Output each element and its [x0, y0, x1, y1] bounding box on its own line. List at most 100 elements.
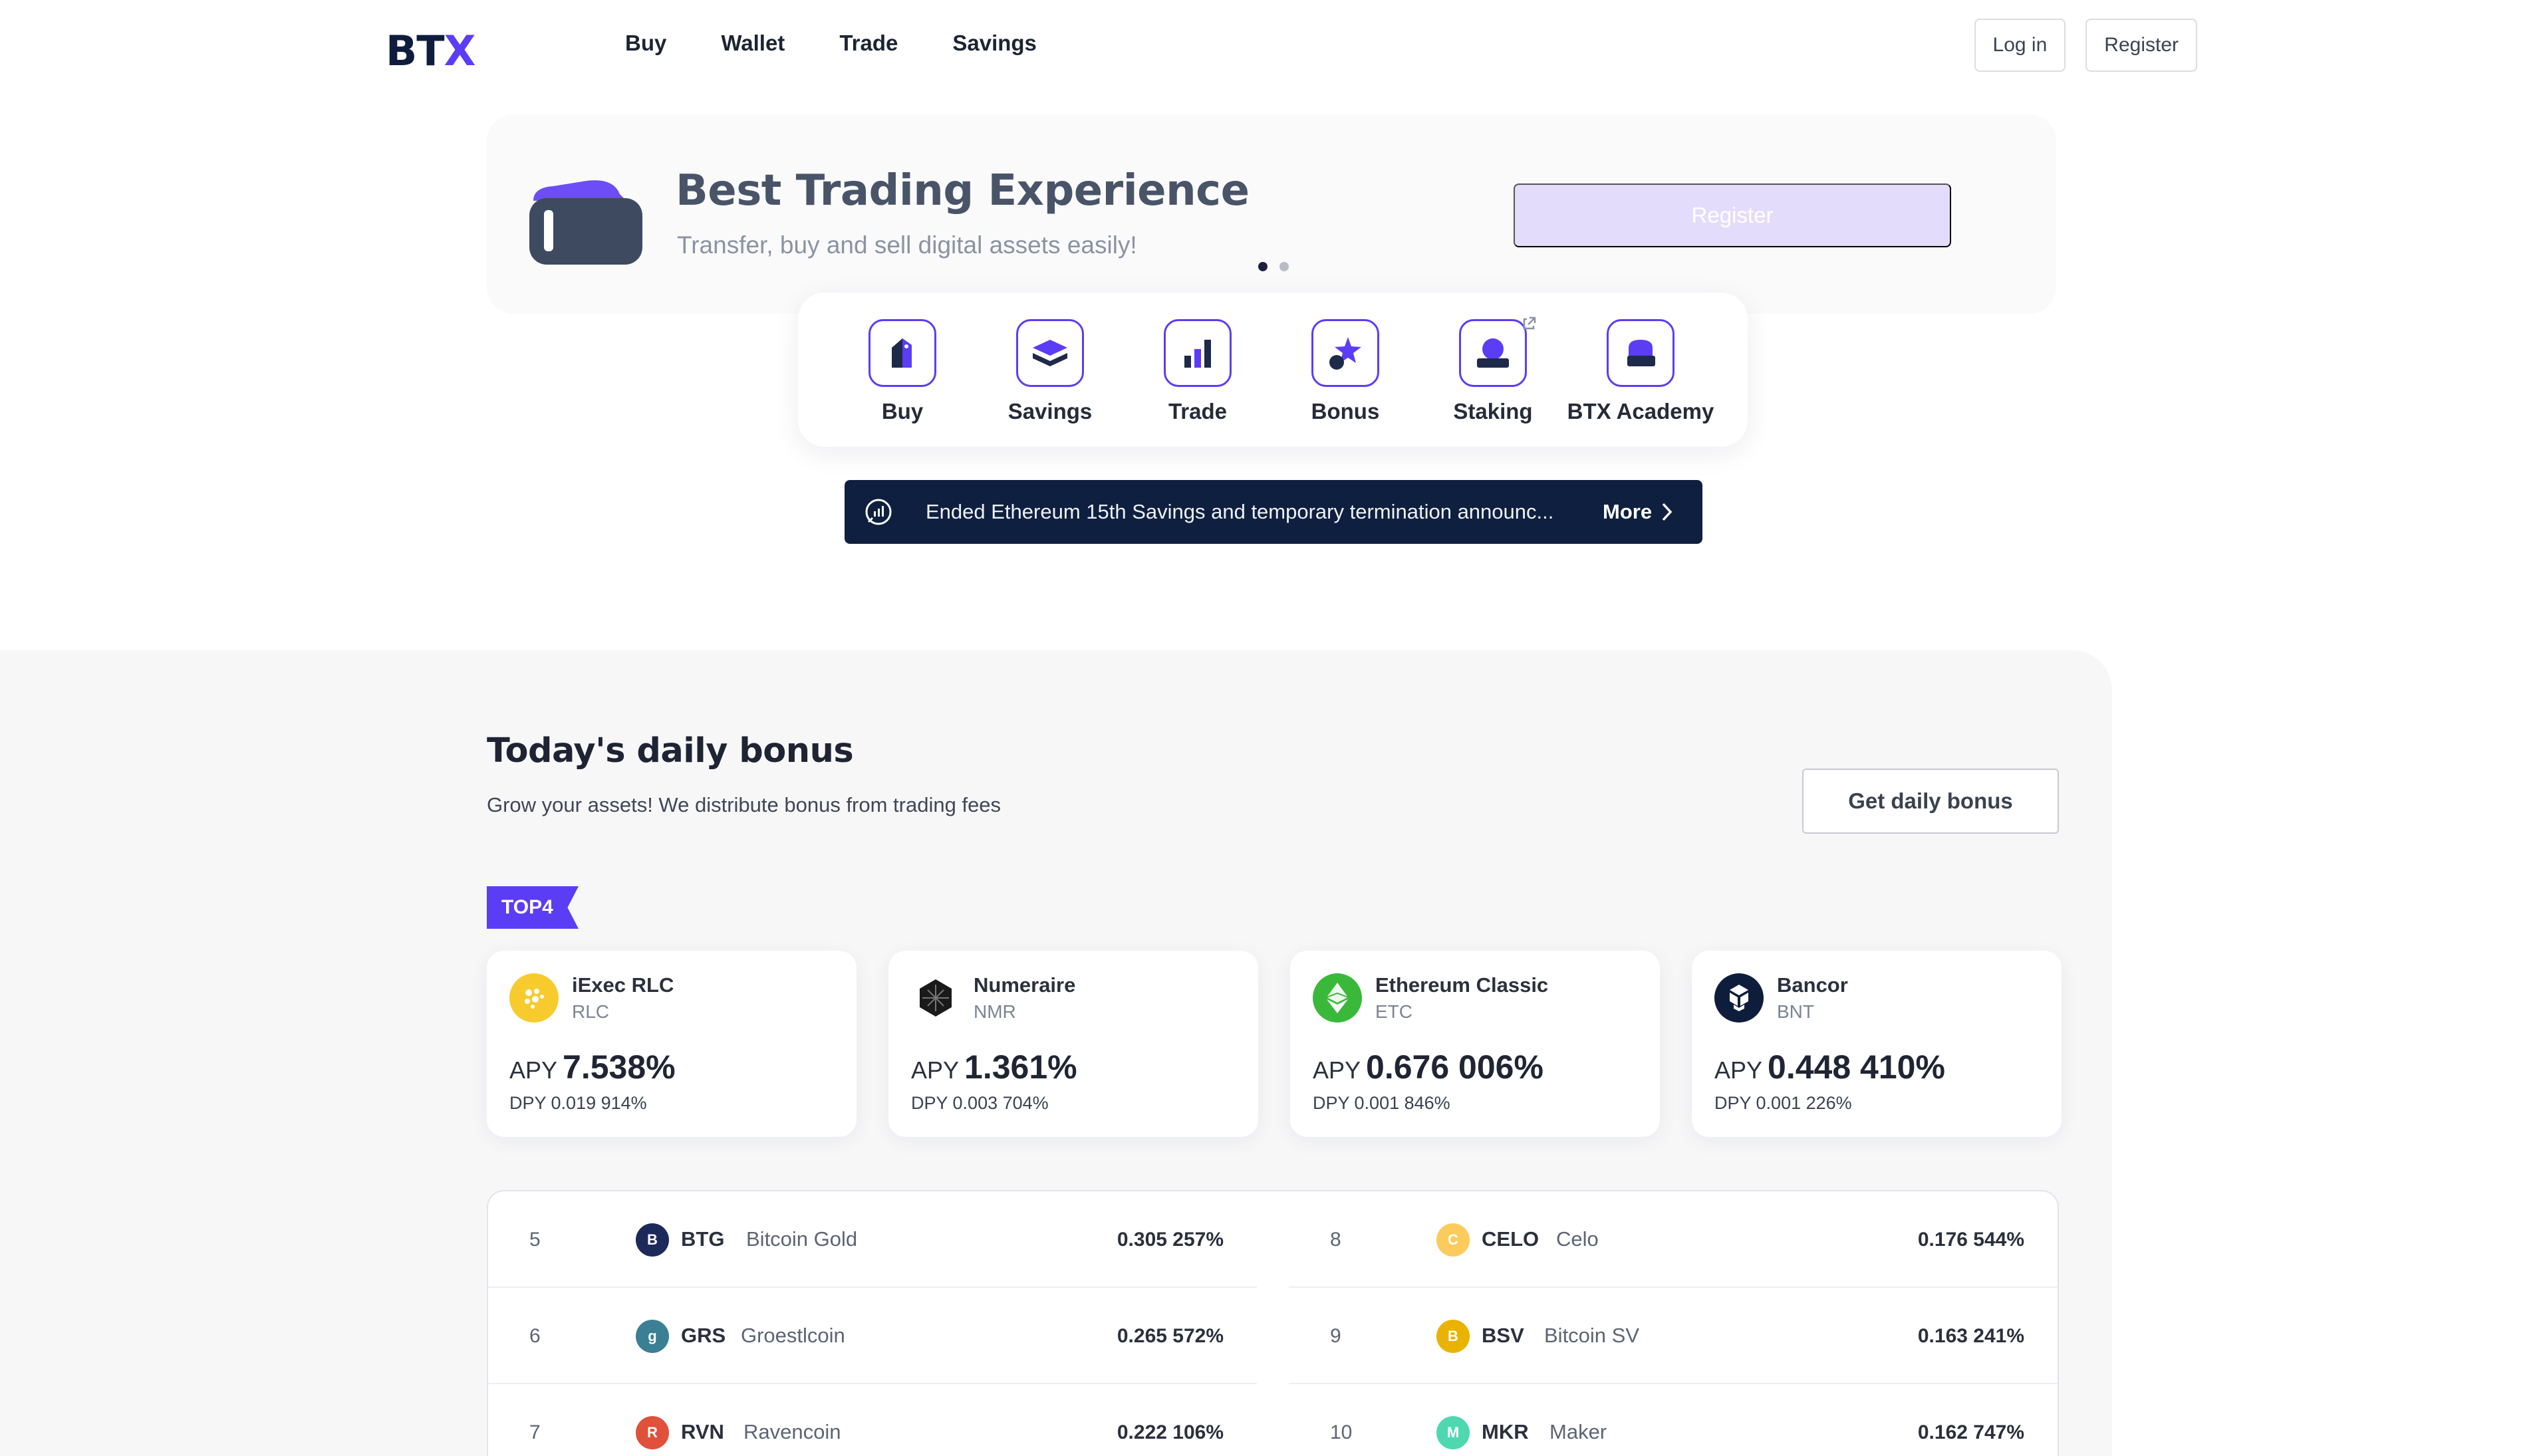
coin-name: Bitcoin Gold — [746, 1227, 858, 1251]
quick-trade-label: Trade — [1168, 399, 1228, 424]
quick-savings-label: Savings — [1007, 399, 1093, 424]
coin-name: Bitcoin SV — [1544, 1324, 1640, 1347]
coin-symbol: RVN — [681, 1420, 724, 1443]
coin-name: Ravencoin — [743, 1420, 841, 1443]
auth-buttons: Log in Register — [1974, 19, 2197, 72]
table-row[interactable]: 10 M MKR Maker 0.162 747% — [1289, 1384, 2058, 1456]
login-button[interactable]: Log in — [1974, 19, 2066, 72]
nav-link-wallet[interactable]: Wallet — [721, 31, 785, 56]
coin-apy: APY 0.448 410% — [1714, 1048, 1945, 1086]
coin-card-nmr[interactable]: Numeraire NMR APY 1.361% DPY 0.003 704% — [888, 951, 1258, 1137]
quick-menu: Buy Savings Trade Bonus Staking BTX Acad… — [798, 293, 1748, 447]
top-coins-cards: iExec RLC RLC APY 7.538% DPY 0.019 914% N… — [487, 951, 2062, 1137]
nav-link-trade[interactable]: Trade — [839, 31, 898, 56]
coin-dpy: DPY 0.001 846% — [1313, 1093, 1450, 1113]
table-row[interactable]: 6 g GRS Groestlcoin 0.265 572% — [488, 1288, 1257, 1384]
etc-coin-icon — [1313, 973, 1362, 1023]
coin-symbol: BSV — [1482, 1324, 1524, 1347]
rank-number: 5 — [529, 1229, 541, 1251]
nav-link-buy[interactable]: Buy — [625, 31, 666, 56]
top-nav: BTX Buy Wallet Trade Savings Log in Regi… — [0, 0, 2543, 90]
quick-staking[interactable]: Staking — [1419, 316, 1567, 447]
carousel-dot-2[interactable] — [1279, 262, 1289, 271]
table-row[interactable]: 8 C CELO Celo 0.176 544% — [1289, 1191, 2058, 1288]
coin-bonus-rate: 0.163 241% — [1917, 1325, 2024, 1347]
mkr-coin-icon: M — [1436, 1416, 1470, 1449]
academy-icon — [1607, 319, 1674, 387]
get-daily-bonus-button[interactable]: Get daily bonus — [1802, 769, 2059, 834]
register-button[interactable]: Register — [2085, 19, 2197, 72]
nav-link-savings[interactable]: Savings — [952, 31, 1037, 56]
coin-dpy: DPY 0.001 226% — [1714, 1093, 1852, 1113]
coin-symbol: MKR — [1482, 1420, 1529, 1443]
coin-card-bnt[interactable]: Bancor BNT APY 0.448 410% DPY 0.001 226% — [1692, 951, 2062, 1137]
coin-name: Numeraire — [974, 973, 1076, 997]
coin-name: Groestlcoin — [741, 1324, 845, 1347]
stake-icon — [1459, 319, 1527, 387]
coin-bonus-rate: 0.162 747% — [1917, 1421, 2024, 1443]
main-nav-links: Buy Wallet Trade Savings — [625, 31, 1037, 56]
btg-coin-icon: B — [636, 1223, 669, 1257]
coin-name: Bancor — [1777, 973, 1848, 997]
rank-number: 6 — [529, 1325, 541, 1347]
nmr-coin-icon — [911, 973, 960, 1023]
coin-bonus-rate: 0.176 544% — [1917, 1229, 2024, 1251]
coin-symbol: NMR — [974, 1001, 1016, 1022]
bonus-ranking-table: 5 B BTG Bitcoin Gold 0.305 257% 6 g GRS … — [487, 1190, 2059, 1456]
external-link-icon — [1523, 316, 1536, 330]
coin-apy: APY 7.538% — [509, 1048, 676, 1086]
coin-symbol: GRS — [681, 1324, 726, 1347]
btx-logo[interactable]: BTX — [386, 27, 475, 75]
coin-card-rlc[interactable]: iExec RLC RLC APY 7.538% DPY 0.019 914% — [487, 951, 857, 1137]
quick-trade[interactable]: Trade — [1124, 319, 1272, 447]
coin-symbol: CELO — [1482, 1227, 1539, 1251]
announcement-more-link[interactable]: More — [1603, 500, 1673, 524]
coin-dpy: DPY 0.019 914% — [509, 1093, 647, 1113]
coin-card-etc[interactable]: Ethereum Classic ETC APY 0.676 006% DPY 0… — [1290, 951, 1660, 1137]
layers-icon — [1016, 319, 1084, 387]
megaphone-icon — [865, 499, 892, 525]
hero-register-button[interactable]: Register — [1514, 183, 1951, 247]
announcement-bar[interactable]: Ended Ethereum 15th Savings and temporar… — [845, 480, 1702, 544]
coin-symbol: RLC — [572, 1001, 610, 1022]
coin-symbol: BTG — [681, 1227, 725, 1251]
table-row[interactable]: 7 R RVN Ravencoin 0.222 106% — [488, 1384, 1257, 1456]
carousel-dots — [1258, 262, 1289, 271]
card-illustration-icon — [529, 180, 642, 265]
coin-apy: APY 0.676 006% — [1313, 1048, 1543, 1086]
carousel-dot-1[interactable] — [1258, 262, 1268, 271]
ranking-column-right: 8 C CELO Celo 0.176 544% 9 B BSV Bitcoin… — [1289, 1191, 2058, 1456]
coin-name: Celo — [1556, 1227, 1599, 1251]
coin-symbol: ETC — [1375, 1001, 1412, 1022]
table-row[interactable]: 5 B BTG Bitcoin Gold 0.305 257% — [488, 1191, 1257, 1288]
quick-savings[interactable]: Savings — [976, 319, 1124, 447]
coin-name: Maker — [1549, 1420, 1607, 1443]
shopping-bag-icon — [869, 319, 936, 387]
bsv-coin-icon: B — [1436, 1320, 1470, 1353]
quick-bonus[interactable]: Bonus — [1272, 319, 1419, 447]
quick-academy[interactable]: BTX Academy — [1567, 319, 1714, 447]
quick-academy-label: BTX Academy — [1567, 399, 1714, 424]
coin-symbol: BNT — [1777, 1001, 1814, 1022]
quick-buy-label: Buy — [881, 399, 924, 424]
coin-name: iExec RLC — [572, 973, 674, 997]
chevron-right-icon — [1662, 503, 1673, 521]
hero-title: Best Trading Experience — [676, 166, 1250, 215]
hero-subtitle: Transfer, buy and sell digital assets ea… — [677, 231, 1137, 259]
quick-buy[interactable]: Buy — [829, 319, 976, 447]
hero-banner: Best Trading Experience Transfer, buy an… — [487, 114, 2056, 314]
coin-bonus-rate: 0.265 572% — [1117, 1325, 1224, 1347]
top4-badge: TOP4 — [487, 886, 579, 929]
celo-coin-icon: C — [1436, 1223, 1470, 1257]
ranking-column-left: 5 B BTG Bitcoin Gold 0.305 257% 6 g GRS … — [488, 1191, 1257, 1456]
rlc-coin-icon — [509, 973, 559, 1023]
rank-number: 9 — [1330, 1325, 1341, 1347]
quick-bonus-label: Bonus — [1311, 399, 1380, 424]
bnt-coin-icon — [1714, 973, 1764, 1023]
announcement-text[interactable]: Ended Ethereum 15th Savings and temporar… — [926, 500, 1591, 524]
quick-staking-label: Staking — [1453, 399, 1533, 424]
table-row[interactable]: 9 B BSV Bitcoin SV 0.163 241% — [1289, 1288, 2058, 1384]
coin-apy: APY 1.361% — [911, 1048, 1077, 1086]
bar-chart-icon — [1164, 319, 1232, 387]
bonus-subtitle: Grow your assets! We distribute bonus fr… — [487, 793, 1002, 816]
